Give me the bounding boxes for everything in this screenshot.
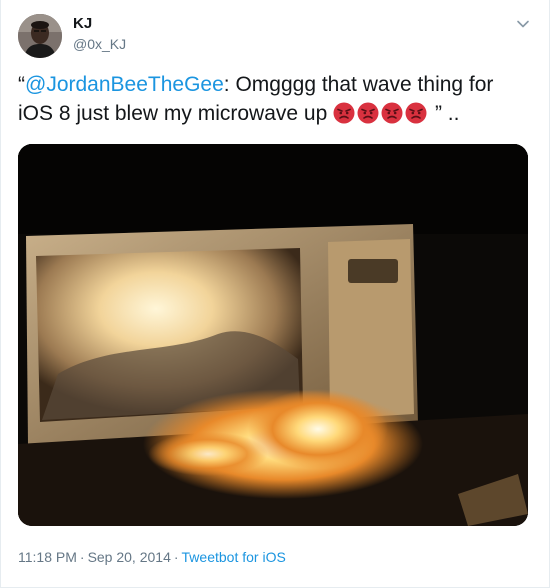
meta-separator: · (173, 549, 179, 565)
author-handle[interactable]: @0x_KJ (73, 35, 126, 53)
avatar[interactable] (18, 14, 62, 58)
tweet-text: “@JordanBeeTheGee: Omgggg that wave thin… (18, 70, 533, 132)
tweet-meta: 11:18 PM · Sep 20, 2014 · Tweetbot for iOS (18, 548, 286, 566)
tweet-card: KJ @0x_KJ “@JordanBeeTheGee: Omgggg that… (0, 0, 550, 588)
mention-link[interactable]: @JordanBeeTheGee (25, 73, 224, 96)
close-quote: ” .. (429, 102, 460, 125)
author-name[interactable]: KJ (73, 15, 92, 33)
burning-microwave-image (18, 144, 528, 526)
tweet-photo[interactable] (18, 144, 528, 526)
chevron-down-icon[interactable] (515, 16, 531, 32)
angry-face-icon (333, 102, 355, 124)
open-quote: “ (18, 73, 25, 96)
meta-separator: · (79, 549, 85, 565)
angry-face-icon (357, 102, 379, 124)
tweet-date[interactable]: Sep 20, 2014 (88, 549, 171, 565)
tweet-time[interactable]: 11:18 PM (18, 549, 77, 565)
angry-face-icon (405, 102, 427, 124)
emoji-group (333, 102, 429, 132)
tweet-source-link[interactable]: Tweetbot for iOS (182, 549, 286, 565)
angry-face-icon (381, 102, 403, 124)
avatar-image (18, 14, 62, 58)
